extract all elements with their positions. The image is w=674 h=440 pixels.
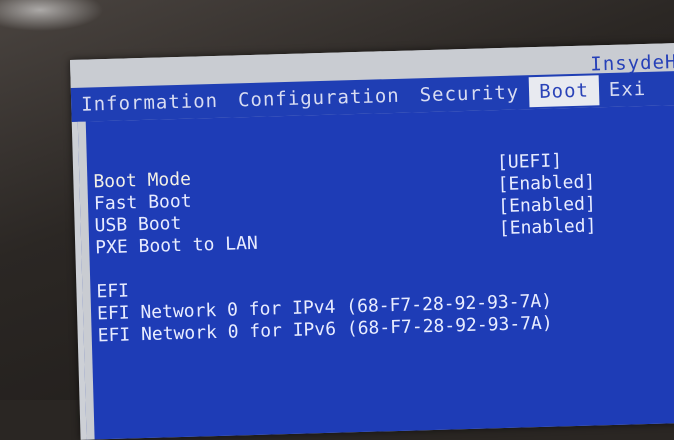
tab-boot[interactable]: Boot	[528, 75, 600, 108]
tab-security[interactable]: Security	[409, 77, 529, 110]
setting-value-boot-mode[interactable]: [UEFI]	[497, 150, 563, 173]
setting-label-pxe-boot[interactable]: PXE Boot to LAN	[95, 233, 258, 259]
setting-label-boot-mode[interactable]: Boot Mode	[93, 169, 191, 193]
setting-label-fast-boot[interactable]: Fast Boot	[94, 191, 192, 215]
setting-value-fast-boot[interactable]: [Enabled]	[497, 171, 595, 195]
setting-label-usb-boot[interactable]: USB Boot	[94, 213, 181, 236]
bios-screen: InsydeH20 Information Configuration Secu…	[70, 42, 674, 440]
tab-exit[interactable]: Exi	[598, 74, 656, 106]
setting-value-pxe-boot[interactable]: [Enabled]	[499, 215, 597, 239]
tab-information[interactable]: Information	[71, 86, 229, 120]
efi-heading: EFI	[96, 280, 130, 303]
boot-settings-panel: Boot Mode [UEFI] Fast Boot [Enabled] USB…	[77, 104, 674, 440]
setting-value-usb-boot[interactable]: [Enabled]	[498, 193, 596, 217]
tab-configuration[interactable]: Configuration	[228, 81, 410, 116]
